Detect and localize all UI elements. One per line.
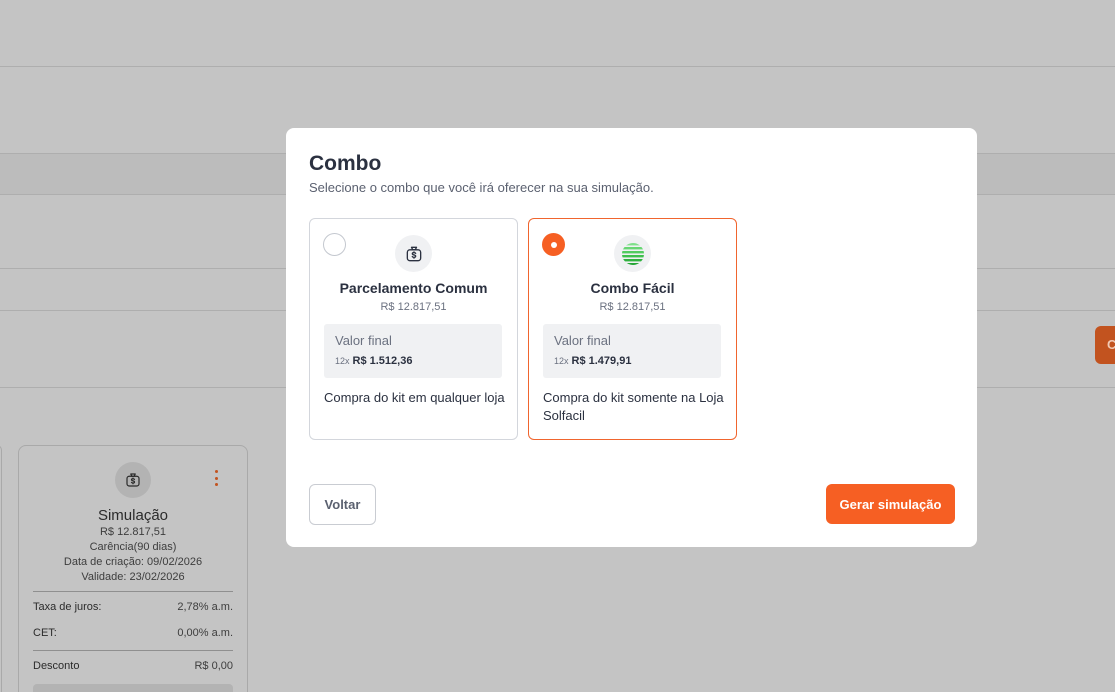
simulation-grace: Carência(90 dias) <box>89 541 177 553</box>
side-action-button[interactable]: C <box>1095 326 1115 364</box>
simulation-card: Simulação R$ 12.817,51 Carência(90 dias)… <box>18 445 248 692</box>
option-price: R$ 12.817,51 <box>380 301 447 313</box>
divider <box>33 591 233 592</box>
final-value-label: Valor final <box>335 333 392 348</box>
radio-button[interactable] <box>323 233 346 256</box>
info-row: Desconto R$ 0,00 <box>33 660 233 672</box>
final-value: 12x R$ 1.479,91 <box>554 355 631 367</box>
installments-count: 12x <box>335 356 350 366</box>
row-value: R$ 0,00 <box>194 660 233 672</box>
option-parcelamento-comum[interactable]: Parcelamento Comum R$ 12.817,51 Valor fi… <box>309 218 518 440</box>
row-label: CET: <box>33 627 57 639</box>
option-name: Parcelamento Comum <box>339 280 488 296</box>
final-value-label: Valor final <box>554 333 611 348</box>
installment-value: R$ 1.479,91 <box>571 355 632 367</box>
option-price: R$ 12.817,51 <box>599 301 666 313</box>
previous-simulation-card <box>0 445 2 692</box>
info-row: Taxa de juros: 2,78% a.m. <box>33 601 233 613</box>
info-row: CET: 0,00% a.m. <box>33 627 233 639</box>
row-label: Desconto <box>33 660 80 672</box>
simulation-price: R$ 12.817,51 <box>99 526 167 538</box>
option-name: Combo Fácil <box>590 280 675 296</box>
option-description: Compra do kit somente na Loja Solfacil <box>543 390 724 423</box>
divider <box>33 650 233 651</box>
more-options-icon[interactable] <box>213 470 219 486</box>
money-bag-icon <box>115 462 151 498</box>
row-value: 0,00% a.m. <box>177 627 233 639</box>
final-value-box: Valor final 12x R$ 1.479,91 <box>543 324 721 378</box>
money-bag-icon <box>395 235 432 272</box>
card-footer-box <box>33 684 233 692</box>
final-value: 12x R$ 1.512,36 <box>335 355 412 367</box>
option-description: Compra do kit em qualquer loja <box>324 390 505 405</box>
installment-value: R$ 1.512,36 <box>352 355 413 367</box>
option-combo-facil[interactable]: Combo Fácil R$ 12.817,51 Valor final 12x… <box>528 218 737 440</box>
modal-title: Combo <box>309 152 382 175</box>
modal-subtitle: Selecione o combo que você irá oferecer … <box>309 180 654 195</box>
combo-modal: Combo Selecione o combo que você irá ofe… <box>286 128 977 547</box>
simulation-validity: Validade: 23/02/2026 <box>81 571 185 583</box>
solfacil-logo-icon <box>614 235 651 272</box>
back-button[interactable]: Voltar <box>309 484 376 525</box>
final-value-box: Valor final 12x R$ 1.512,36 <box>324 324 502 378</box>
simulation-title: Simulação <box>97 507 169 524</box>
row-label: Taxa de juros: <box>33 601 102 613</box>
generate-simulation-button[interactable]: Gerar simulação <box>826 484 955 524</box>
divider <box>0 66 1115 67</box>
simulation-created: Data de criação: 09/02/2026 <box>63 556 203 568</box>
row-value: 2,78% a.m. <box>177 601 233 613</box>
radio-button-selected[interactable] <box>542 233 565 256</box>
installments-count: 12x <box>554 356 569 366</box>
